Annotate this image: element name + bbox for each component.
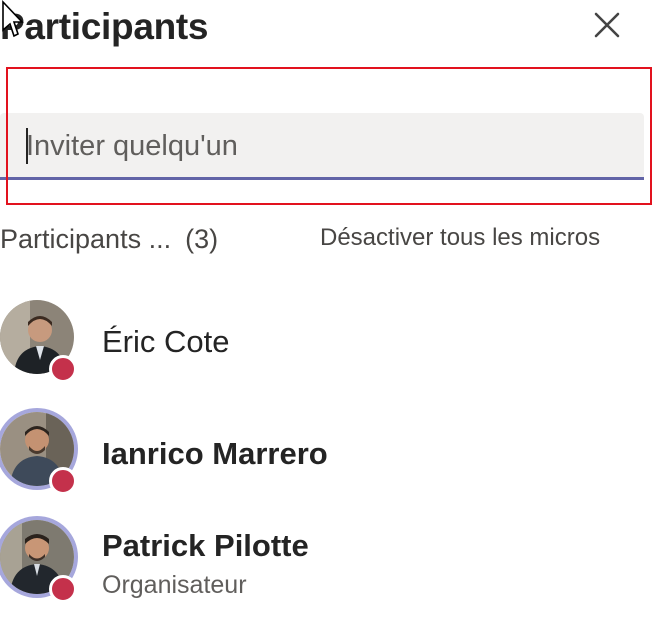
panel-title: Participants xyxy=(0,6,209,47)
close-button[interactable] xyxy=(590,8,624,42)
mouse-pointer-icon xyxy=(2,0,24,38)
participant-role: Organisateur xyxy=(102,571,247,599)
participant-name: Ianrico Marrero xyxy=(102,436,328,471)
participant-row[interactable]: Éric Cote xyxy=(0,300,659,400)
status-busy-badge xyxy=(49,355,77,383)
participants-section-header[interactable]: Participants ... (3) xyxy=(0,224,218,255)
close-icon xyxy=(594,12,620,38)
participant-row[interactable]: Ianrico Marrero xyxy=(0,412,659,512)
highlight-box xyxy=(6,67,652,205)
mute-all-button[interactable]: Désactiver tous les micros xyxy=(320,224,600,252)
section-label: Participants ... xyxy=(0,224,172,254)
participant-name: Éric Cote xyxy=(102,324,230,359)
status-busy-badge xyxy=(49,575,77,603)
participant-name: Patrick Pilotte xyxy=(102,528,309,563)
status-busy-badge xyxy=(49,467,77,495)
participant-count: (3) xyxy=(185,224,219,254)
participant-row[interactable]: Patrick Pilotte Organisateur xyxy=(0,520,659,620)
